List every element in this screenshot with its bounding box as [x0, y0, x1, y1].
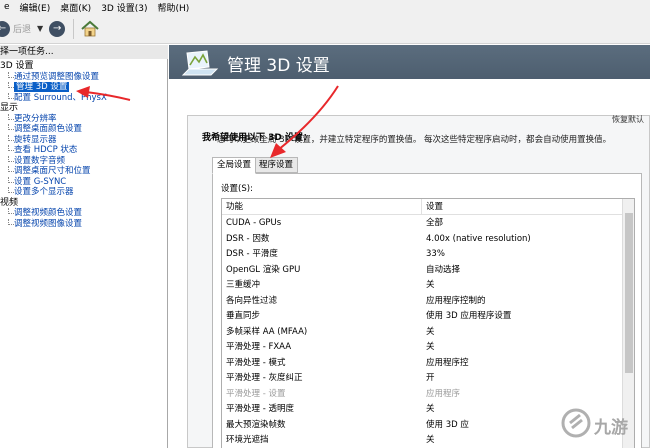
feature-cell: 多帧采样 AA (MFAA) [226, 326, 308, 337]
table-row[interactable]: 平滑处理 - 模式 应用程序控 [222, 356, 624, 372]
feature-cell: OpenGL 渲染 GPU [226, 264, 301, 275]
setting-cell[interactable]: 自动选择 [422, 263, 624, 279]
table-row[interactable]: 多帧采样 AA (MFAA) 关 [222, 325, 624, 341]
table-row[interactable]: CUDA - GPUs 全部 [222, 216, 624, 232]
feature-cell: 垂直同步 [226, 311, 261, 321]
task-pane-header: 择一项任务... [0, 45, 168, 59]
menu-item-view[interactable]: e [4, 2, 10, 12]
settings-panel: 我希望使用以下 3D 设置： 全局设置 程序设置 设置(S): 功能 设置 CU… [187, 115, 650, 448]
feature-cell: 各向异性过滤 [226, 295, 278, 306]
feature-cell: 最大预渲染帧数 [226, 419, 286, 430]
tree-item-video-color[interactable]: 调整视频颜色设置 [0, 208, 168, 219]
menu-item-edit[interactable]: 编辑(E) [20, 1, 51, 14]
tree-item-configure-surround-physx[interactable]: 配置 Surround、PhysX [0, 92, 168, 104]
column-header-feature[interactable]: 功能 [222, 199, 422, 214]
menu-item-3d-settings[interactable]: 3D 设置(3) [101, 1, 147, 14]
tree-item-rotate-display[interactable]: 旋转显示器 [0, 134, 168, 146]
feature-cell: CUDA - GPUs [226, 218, 282, 228]
menu-bar: e 编辑(E) 桌面(K) 3D 设置(3) 帮助(H) [0, 0, 650, 14]
forward-arrow-icon[interactable]: → [49, 20, 66, 37]
tab-program-settings[interactable]: 程序设置 [254, 157, 299, 173]
watermark-text: 九游 [594, 418, 628, 438]
table-row[interactable]: DSR - 平滑度 33% [222, 247, 624, 263]
tree-item-gsync[interactable]: 设置 G-SYNC [0, 176, 168, 188]
watermark-logo: 九游 [560, 406, 644, 440]
column-header-setting[interactable]: 设置 [422, 199, 634, 214]
feature-cell: 平滑处理 - 模式 [226, 357, 286, 368]
page-title: 管理 3D 设置 [227, 56, 330, 76]
setting-cell[interactable]: 应用程序控 [422, 356, 624, 372]
tree-group-display[interactable]: 显示 [0, 103, 168, 114]
feature-cell: 环境光遮挡 [226, 435, 269, 445]
chevron-down-icon[interactable]: ▼ [37, 24, 43, 33]
setting-cell[interactable]: 应用程序控制的 [422, 294, 624, 310]
home-icon[interactable] [80, 19, 100, 39]
feature-cell: 平滑处理 - FXAA [226, 342, 292, 352]
toolbar-separator [73, 18, 75, 39]
tab-global-settings[interactable]: 全局设置 [212, 157, 257, 174]
back-arrow-icon[interactable]: ← [0, 20, 10, 37]
settings-label: 设置(S): [221, 184, 253, 194]
menu-item-desktop[interactable]: 桌面(K) [60, 1, 91, 14]
feature-cell: DSR - 因数 [226, 233, 270, 244]
tree-item-adjust-image-preview[interactable]: 通过预览调整图像设置 [0, 71, 168, 83]
scrollbar-thumb[interactable] [625, 213, 633, 373]
setting-cell[interactable]: 关 [422, 325, 624, 341]
task-pane: 择一项任务... 3D 设置 通过预览调整图像设置 管理 3D 设置 配置 Su… [0, 45, 168, 448]
tree-item-manage-3d-settings[interactable]: 管理 3D 设置 [0, 82, 168, 93]
tree-item-multiple-displays[interactable]: 设置多个显示器 [0, 187, 168, 198]
setting-cell[interactable]: 关 [422, 278, 624, 294]
tree-group-video[interactable]: 视频 [0, 198, 168, 209]
setting-cell[interactable]: 应用程序 [422, 387, 624, 403]
setting-cell[interactable]: 开 [422, 371, 624, 387]
feature-cell: 平滑处理 - 透明度 [226, 404, 294, 414]
table-row[interactable]: 三重缓冲 关 [222, 278, 624, 294]
table-row[interactable]: 平滑处理 - 灰度纠正 开 [222, 371, 624, 387]
page-banner: 管理 3D 设置 [169, 45, 650, 79]
feature-cell: 平滑处理 - 设置 [226, 388, 286, 399]
table-row[interactable]: DSR - 因数 4.00x (native resolution) [222, 232, 624, 248]
page-description: 您可以更改全局 3D 设置，并建立特定程序的置换值。 每次这些特定程序启动时，都… [217, 135, 612, 145]
toolbar: ← 后退 ▼ → [0, 14, 650, 44]
tree-item-video-image[interactable]: 调整视频图像设置 [0, 218, 168, 230]
setting-cell[interactable]: 全部 [422, 216, 624, 232]
task-tree: 3D 设置 通过预览调整图像设置 管理 3D 设置 配置 Surround、Ph… [0, 61, 168, 229]
table-row[interactable]: OpenGL 渲染 GPU 自动选择 [222, 263, 624, 279]
tree-item-change-resolution[interactable]: 更改分辨率 [0, 113, 168, 125]
tree-item-desktop-size-position[interactable]: 调整桌面尺寸和位置 [0, 166, 168, 177]
feature-cell: 平滑处理 - 灰度纠正 [226, 373, 303, 383]
feature-cell: DSR - 平滑度 [226, 249, 278, 259]
tree-item-hdcp-status[interactable]: 查看 HDCP 状态 [0, 145, 168, 156]
table-row[interactable]: 平滑处理 - 设置 应用程序 [222, 387, 624, 403]
tree-group-3d-settings[interactable]: 3D 设置 [0, 61, 168, 72]
menu-item-help[interactable]: 帮助(H) [157, 1, 189, 14]
main-content: 管理 3D 设置 我希望使用以下 3D 设置： 全局设置 程序设置 设置(S):… [169, 45, 650, 448]
3d-settings-icon [181, 50, 219, 76]
table-row[interactable]: 各向异性过滤 应用程序控制的 [222, 294, 624, 310]
table-header: 功能 设置 [222, 199, 634, 215]
setting-cell[interactable]: 使用 3D 应用程序设置 [422, 309, 624, 325]
tree-item-adjust-desktop-color[interactable]: 调整桌面颜色设置 [0, 124, 168, 135]
restore-defaults-link[interactable]: 恢复默认 [612, 114, 644, 125]
table-row[interactable]: 平滑处理 - FXAA 关 [222, 340, 624, 356]
setting-cell[interactable]: 4.00x (native resolution) [422, 232, 624, 248]
table-row[interactable]: 垂直同步 使用 3D 应用程序设置 [222, 309, 624, 325]
setting-cell[interactable]: 33% [422, 247, 624, 263]
back-button-label[interactable]: 后退 [13, 22, 31, 35]
feature-cell: 三重缓冲 [226, 280, 261, 290]
setting-cell[interactable]: 关 [422, 340, 624, 356]
tree-item-digital-audio[interactable]: 设置数字音频 [0, 155, 168, 167]
